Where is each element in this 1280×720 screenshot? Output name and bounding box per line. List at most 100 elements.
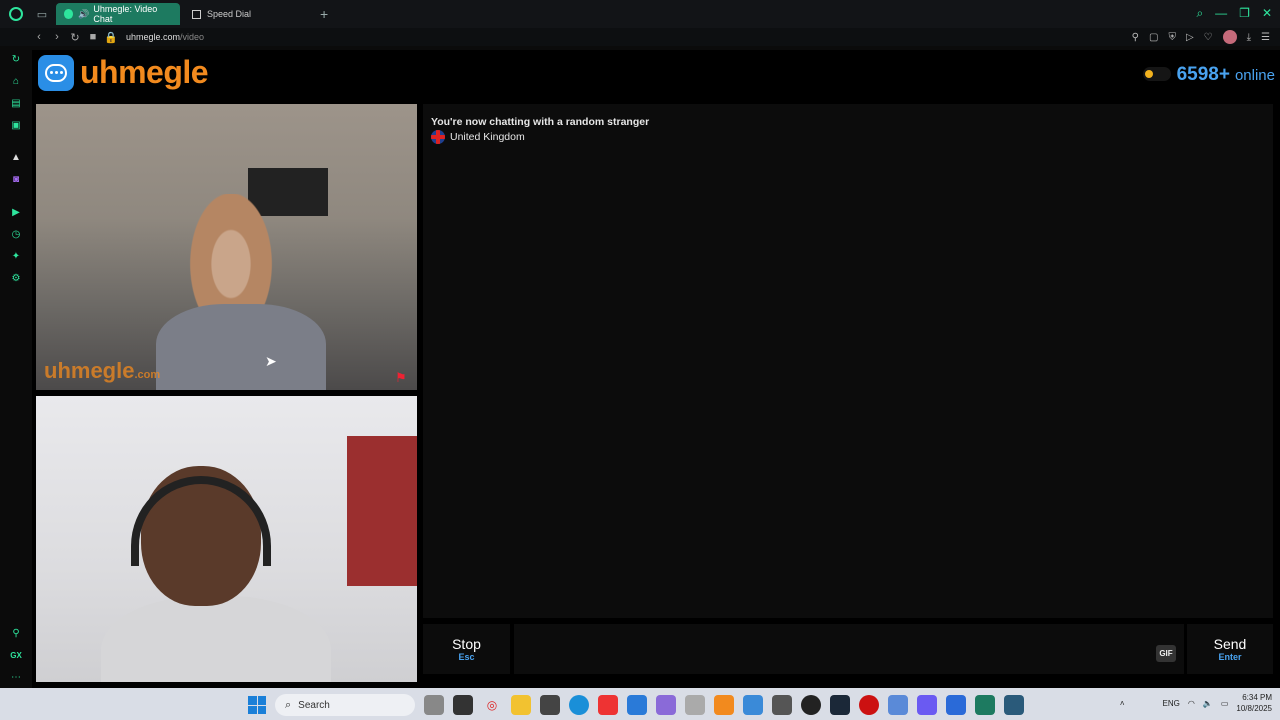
play-icon[interactable]: ▷ xyxy=(1186,32,1194,43)
url-path: /video xyxy=(180,32,205,42)
app-icon-3[interactable] xyxy=(598,695,618,715)
background-curtain xyxy=(347,436,417,586)
clock[interactable]: 6:34 PM 10/8/2025 xyxy=(1236,692,1272,714)
restore-icon[interactable]: ❐ xyxy=(1239,6,1250,21)
close-icon[interactable]: ✕ xyxy=(1262,6,1272,21)
app-icon-9[interactable] xyxy=(888,695,908,715)
download-icon[interactable]: ⤓ xyxy=(1247,32,1251,43)
minimize-icon[interactable]: — xyxy=(1215,6,1227,21)
lock-icon: 🔒 xyxy=(104,31,118,44)
forward-icon[interactable]: › xyxy=(48,31,66,43)
app-icon-7[interactable] xyxy=(743,695,763,715)
sidebar-news-icon[interactable]: ▤ xyxy=(10,98,22,110)
sidebar-refresh-icon[interactable]: ↻ xyxy=(10,54,22,66)
uk-flag-icon xyxy=(431,130,445,144)
search-icon: ⌕ xyxy=(285,698,292,711)
menu-icon[interactable]: ☰ xyxy=(1261,32,1270,43)
taskbar-apps: ⌕ Search ◎ xyxy=(248,694,1024,716)
opera-gx-menu-icon[interactable] xyxy=(0,0,32,28)
sidebar-extensions-icon[interactable]: ✦ xyxy=(10,251,22,263)
online-count: 6598+ xyxy=(1176,64,1230,85)
tray-overflow-icon[interactable]: ˄ xyxy=(1120,699,1125,708)
app-icon-8[interactable] xyxy=(772,695,792,715)
sidebar-player-icon[interactable]: ▶ xyxy=(10,207,22,219)
heart-icon[interactable]: ♡ xyxy=(1204,32,1213,43)
shield-icon[interactable]: ⛨ xyxy=(1168,32,1176,43)
url-field[interactable]: uhmegle.com/video xyxy=(126,32,204,42)
sidebar-twitch-icon[interactable]: ◙ xyxy=(10,174,22,186)
theme-toggle[interactable] xyxy=(1142,67,1171,81)
sidebar-bag-icon[interactable]: ⌂ xyxy=(10,76,22,88)
app-icon-12[interactable] xyxy=(1004,695,1024,715)
tab-uhmegle[interactable]: 🔊 Uhmegle: Video Chat xyxy=(56,3,180,25)
task-view-icon[interactable] xyxy=(424,695,444,715)
send-button[interactable]: Send Enter xyxy=(1187,624,1273,674)
message-input[interactable] xyxy=(514,624,1184,674)
stranger-video[interactable]: uhmegle.com ⚑ xyxy=(36,104,417,390)
new-tab-icon[interactable]: + xyxy=(320,6,328,22)
sidebar-pin-icon[interactable]: ⚲ xyxy=(10,628,22,640)
language-indicator[interactable]: ENG xyxy=(1163,699,1180,708)
opera-gx-taskbar-icon[interactable]: ◎ xyxy=(482,695,502,715)
sidebar-history-icon[interactable]: ◷ xyxy=(10,229,22,241)
stop-button[interactable]: Stop Esc xyxy=(423,624,510,674)
media-player-icon[interactable] xyxy=(801,695,821,715)
tab-speed-dial[interactable]: Speed Dial xyxy=(184,3,314,25)
pin-icon[interactable]: ⚲ xyxy=(1132,32,1139,43)
battery-icon[interactable]: ▭ xyxy=(1221,699,1229,708)
app-icon-4[interactable] xyxy=(627,695,647,715)
clock-time: 6:34 PM xyxy=(1242,693,1272,702)
sidebar-gx-icon[interactable]: GX xyxy=(10,650,22,662)
speaker-icon[interactable]: 🔊 xyxy=(78,9,89,20)
snapshot-icon[interactable]: ▢ xyxy=(1149,32,1158,43)
app-icon-6[interactable] xyxy=(685,695,705,715)
profile-avatar[interactable] xyxy=(1222,30,1237,44)
reload-icon[interactable]: ↻ xyxy=(66,31,84,44)
stop-shortcut: Esc xyxy=(458,652,475,662)
tab-label: Uhmegle: Video Chat xyxy=(93,4,158,24)
file-explorer-icon[interactable] xyxy=(511,695,531,715)
edge-icon[interactable] xyxy=(569,695,589,715)
watermark-suffix: .com xyxy=(134,369,161,381)
window-controls: ⌕ — ❐ ✕ xyxy=(1196,6,1272,21)
sidebar-settings-icon[interactable]: ⚙ xyxy=(10,273,22,285)
gif-button[interactable]: GIF xyxy=(1156,645,1176,662)
app-icon-11[interactable] xyxy=(946,695,966,715)
opera-gx-active-icon[interactable] xyxy=(975,695,995,715)
sidebar-twitch-alt-icon[interactable]: ▣ xyxy=(10,120,22,132)
tab-overview-icon[interactable]: ▭ xyxy=(32,4,52,24)
app-icon-1[interactable] xyxy=(453,695,473,715)
self-person xyxy=(101,456,331,682)
wifi-icon[interactable]: ◠ xyxy=(1188,699,1195,708)
app-icon-2[interactable] xyxy=(540,695,560,715)
system-tray: ˄ ENG ◠ 🔈 ▭ 6:34 PM 10/8/2025 xyxy=(1120,692,1272,714)
record-icon[interactable] xyxy=(859,695,879,715)
chat-panel: You're now chatting with a random strang… xyxy=(423,104,1273,618)
tab-label: Speed Dial xyxy=(207,9,252,19)
send-shortcut: Enter xyxy=(1218,652,1242,662)
app-icon-5[interactable] xyxy=(656,695,676,715)
stranger-person xyxy=(156,194,326,390)
online-label: online xyxy=(1234,67,1275,84)
start-windows-icon[interactable] xyxy=(248,696,266,714)
report-flag-icon[interactable]: ⚑ xyxy=(395,370,411,385)
stranger-country: United Kingdom xyxy=(431,130,525,144)
search-tabs-icon[interactable]: ⌕ xyxy=(1196,6,1203,21)
camera-icon[interactable]: ■ xyxy=(84,31,102,43)
steam-icon[interactable] xyxy=(830,695,850,715)
volume-icon[interactable]: 🔈 xyxy=(1203,699,1213,708)
taskbar-search[interactable]: ⌕ Search xyxy=(275,694,415,716)
speed-dial-icon xyxy=(192,9,201,19)
site-logo[interactable]: uhmegle xyxy=(38,54,209,91)
chat-status-message: You're now chatting with a random strang… xyxy=(431,116,650,128)
back-icon[interactable]: ‹ xyxy=(30,31,48,43)
watermark-text: uhmegle xyxy=(44,358,135,383)
self-video xyxy=(36,396,417,682)
sidebar-aria-icon[interactable]: ▲ xyxy=(10,152,22,164)
mouse-cursor-icon: ➤ xyxy=(265,353,277,369)
sidebar-more-icon[interactable]: ⋯ xyxy=(10,672,22,684)
online-indicator: 6598+ online xyxy=(1142,64,1275,86)
vlc-icon[interactable] xyxy=(714,695,734,715)
toolbar-right: ⚲ ▢ ⛨ ▷ ♡ ⤓ ☰ xyxy=(1132,30,1270,44)
app-icon-10[interactable] xyxy=(917,695,937,715)
